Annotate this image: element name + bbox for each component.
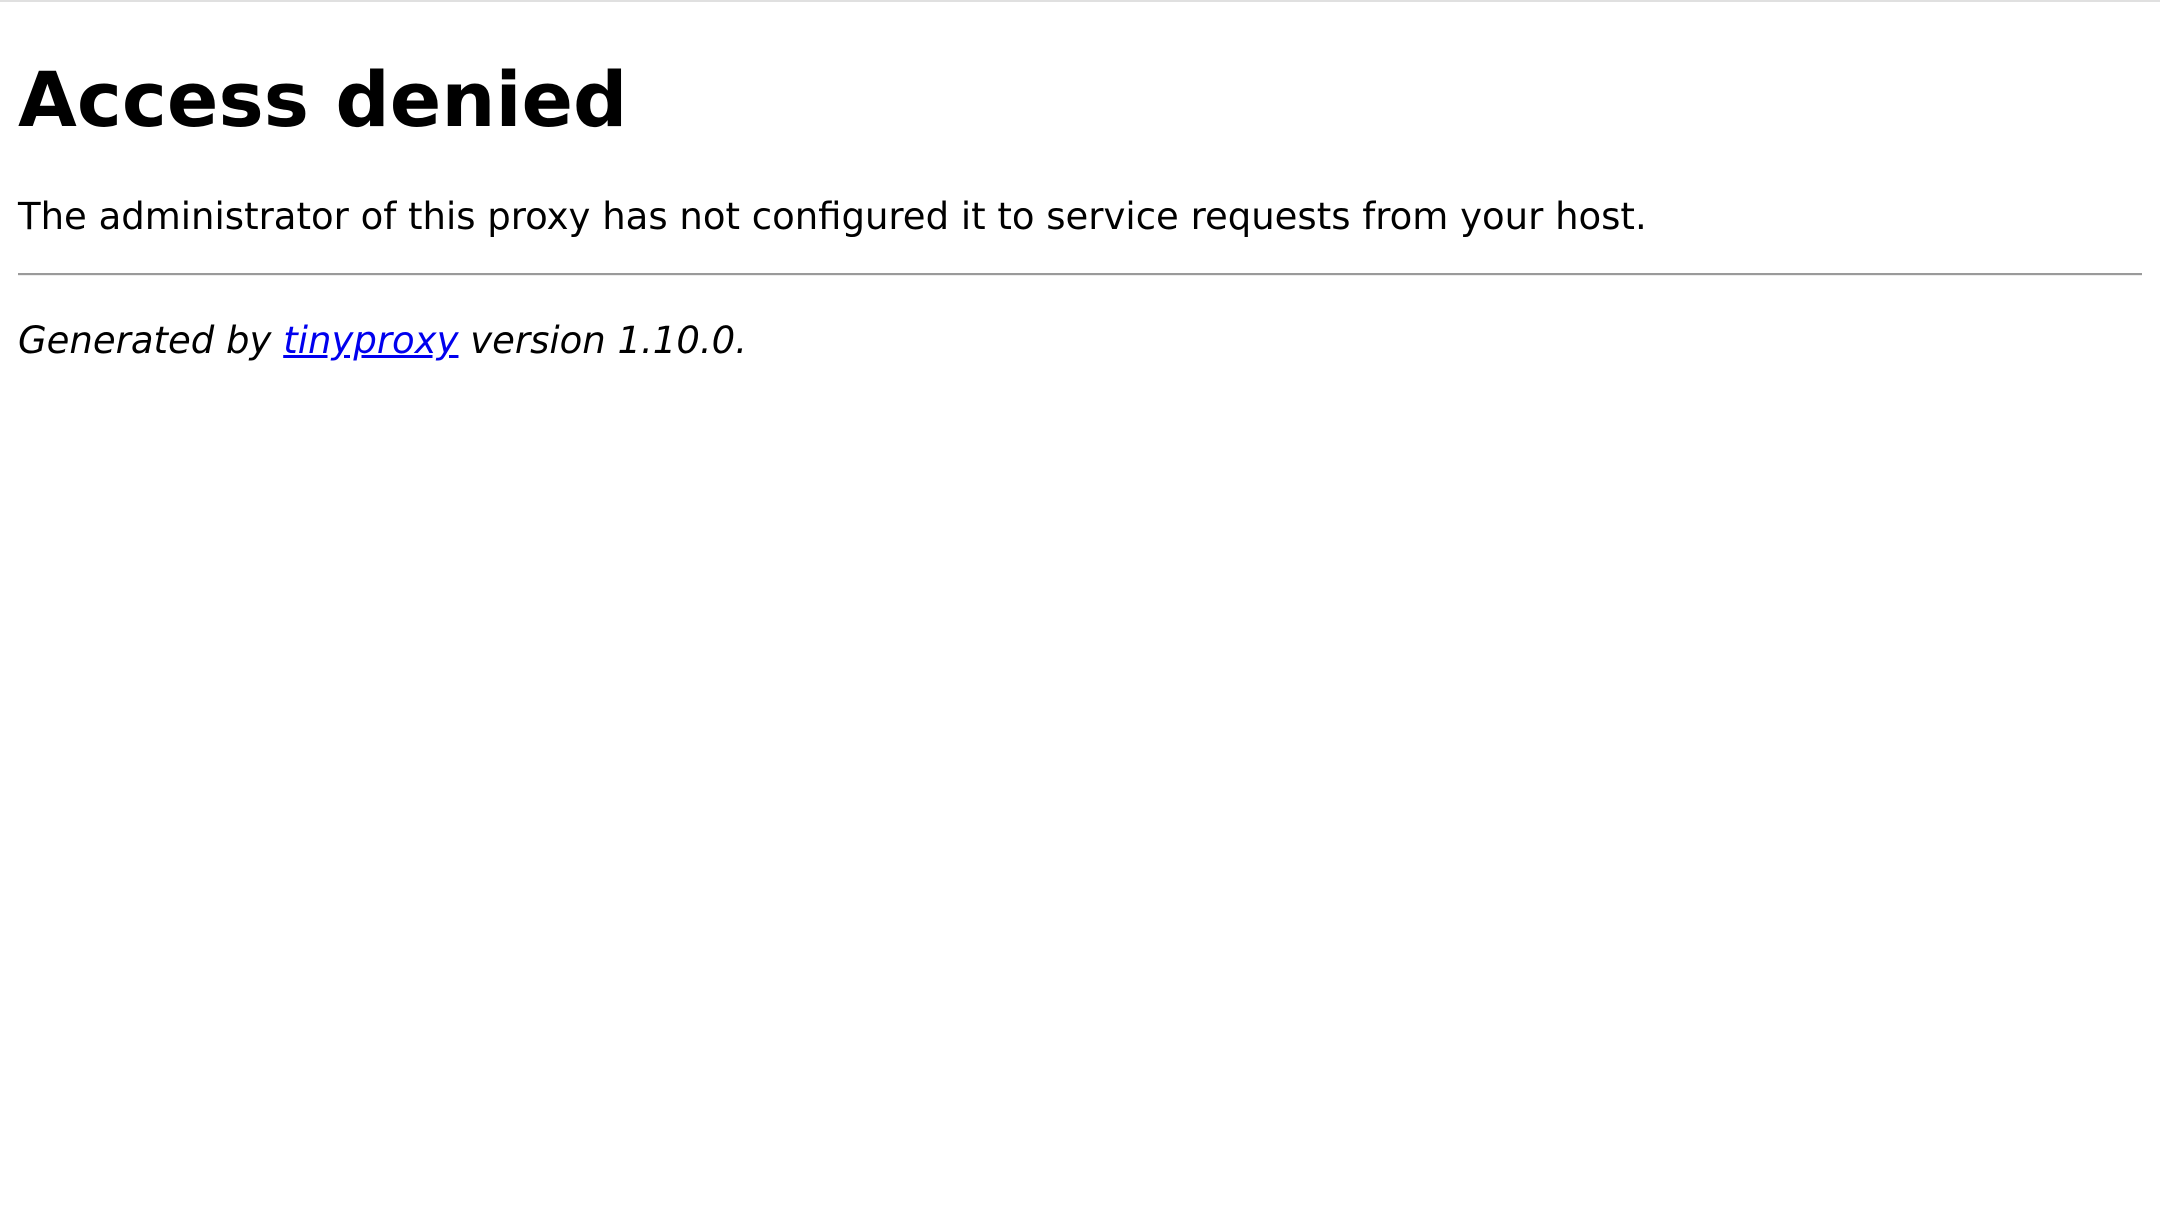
- error-message: The administrator of this proxy has not …: [18, 195, 1647, 238]
- footer-suffix: version 1.10.0.: [458, 319, 747, 362]
- footer-prefix: Generated by: [18, 319, 284, 362]
- page-title: Access denied: [18, 55, 628, 144]
- top-border: [0, 0, 2160, 2]
- divider: [18, 273, 2142, 276]
- footer: Generated by tinyproxy version 1.10.0.: [18, 317, 747, 365]
- tinyproxy-link[interactable]: tinyproxy: [283, 319, 458, 362]
